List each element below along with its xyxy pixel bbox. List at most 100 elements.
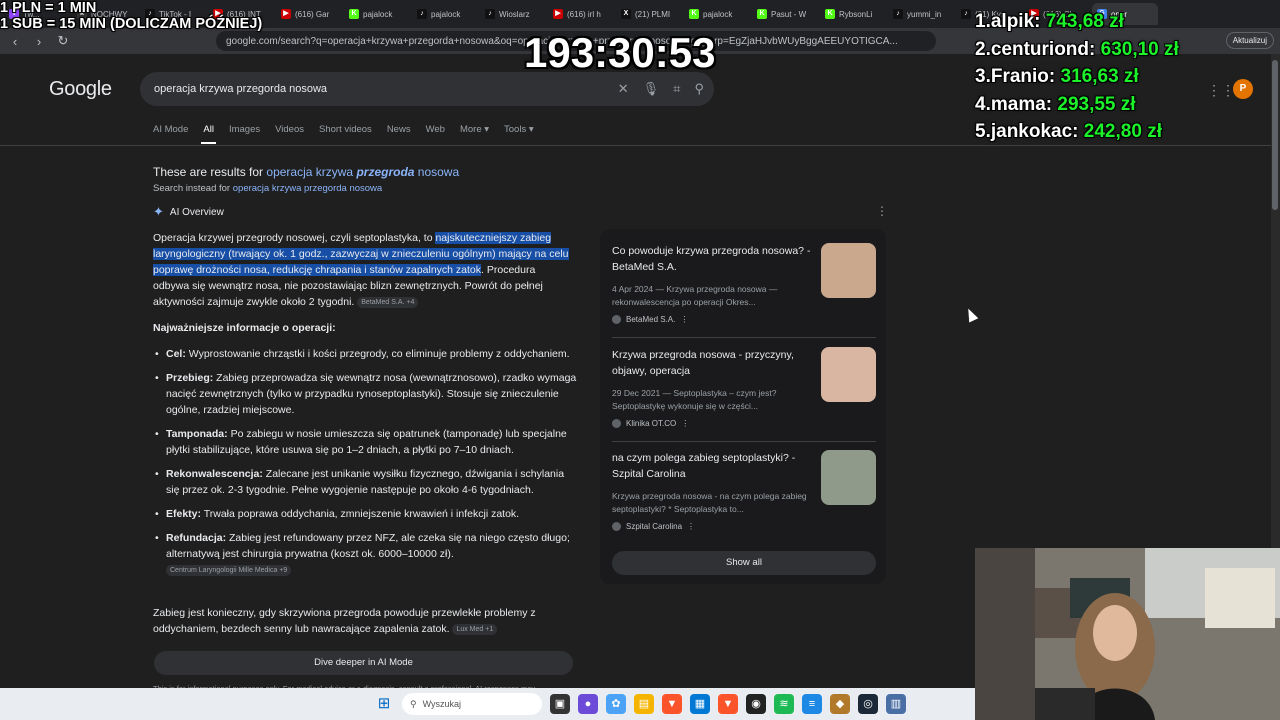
- browser-tab[interactable]: ♪ pajalock: [412, 3, 478, 25]
- original-query-link[interactable]: operacja krzywa przegorda nosowa: [233, 183, 382, 194]
- search-tab[interactable]: Web: [426, 124, 445, 135]
- store-icon[interactable]: ▦: [690, 694, 710, 714]
- more-options-icon[interactable]: ⋮: [687, 522, 695, 531]
- search-tab[interactable]: All: [201, 124, 216, 144]
- search-icon[interactable]: ⚲: [694, 81, 704, 97]
- ai-overview-title: AI Overview: [169, 206, 224, 218]
- source-snippet: Krzywa przegroda nosowa - na czym polega…: [612, 491, 807, 514]
- steam-icon[interactable]: ◎: [858, 694, 878, 714]
- subathon-timer: 193:30:53: [524, 29, 716, 76]
- tab-favicon-icon: K: [689, 9, 699, 19]
- rules-line-1: 1 PLN = 1 MIN: [0, 0, 97, 16]
- copilot-icon[interactable]: ✿: [606, 694, 626, 714]
- source-card[interactable]: Krzywa przegroda nosowa - przyczyny, obj…: [612, 347, 876, 447]
- ai-overview-conclusion: Zabieg jest konieczny, gdy skrzywiona pr…: [153, 605, 577, 637]
- source-site-name: BetaMed S.A.: [626, 315, 676, 324]
- sources-panel: Show all Co powoduje krzywa przegroda no…: [600, 229, 886, 584]
- corrected-query-part-c: nosowa: [414, 165, 460, 179]
- search-tab[interactable]: Videos: [275, 124, 304, 135]
- tab-label: pajalock: [363, 9, 393, 19]
- chat-app-icon[interactable]: ●: [578, 694, 598, 714]
- calculator-icon[interactable]: ▥: [886, 694, 906, 714]
- leaderboard-rank: 5.: [975, 121, 991, 142]
- list-item: Cel: Wyprostowanie chrząstki i kości prz…: [153, 346, 577, 362]
- brave-active-icon[interactable]: ▼: [718, 694, 738, 714]
- dive-deeper-button[interactable]: Dive deeper in AI Mode: [154, 651, 573, 675]
- search-tab[interactable]: Images: [229, 124, 260, 135]
- tab-label: yummi_in: [907, 9, 942, 19]
- task-view-icon[interactable]: ▣: [550, 694, 570, 714]
- avatar[interactable]: P: [1233, 79, 1253, 99]
- source-title[interactable]: Co powoduje krzywa przegroda nosowa? - B…: [612, 243, 812, 275]
- leaderboard-rank: 3.: [975, 66, 991, 87]
- reload-icon[interactable]: ↻: [56, 33, 70, 49]
- apps-grid-icon[interactable]: ⋮⋮: [1207, 82, 1235, 99]
- search-tab[interactable]: AI Mode: [153, 124, 188, 135]
- app-icon[interactable]: ◆: [830, 694, 850, 714]
- source-chip[interactable]: BetaMed S.A. +4: [357, 296, 419, 308]
- more-options-icon[interactable]: ⋮: [876, 204, 888, 218]
- browser-tab[interactable]: ♪ Wioslarz: [480, 3, 546, 25]
- corrected-query-link[interactable]: operacja krzywa przegroda nosowa: [266, 165, 459, 179]
- browser-tab[interactable]: ♪ yummi_in: [888, 3, 954, 25]
- source-site: BetaMed S.A. ⋮: [612, 315, 688, 324]
- windows-start-icon[interactable]: ⊞: [374, 694, 394, 714]
- obs-icon[interactable]: ◉: [746, 694, 766, 714]
- search-instead-prefix: Search instead for: [153, 183, 233, 194]
- scrollbar-thumb[interactable]: [1272, 60, 1278, 210]
- more-options-icon[interactable]: ⋮: [680, 315, 688, 324]
- donor-leaderboard: 1.alpik: 743,68 zł 2.centuriond: 630,10 z…: [975, 8, 1179, 146]
- browser-tab[interactable]: X (21) PLMI: [616, 3, 682, 25]
- forward-icon[interactable]: ›: [32, 34, 46, 49]
- donation-rules-overlay: 1 PLN = 1 MIN 1 SUB = 15 MIN (DOLICZAM P…: [0, 0, 262, 32]
- file-explorer-icon[interactable]: ▤: [634, 694, 654, 714]
- show-all-button[interactable]: Show all: [612, 551, 876, 575]
- browser-tab[interactable]: K Pasut - W: [752, 3, 818, 25]
- source-card[interactable]: Co powoduje krzywa przegroda nosowa? - B…: [612, 243, 876, 343]
- notepad-icon[interactable]: ≡: [802, 694, 822, 714]
- browser-tab[interactable]: Kpajalock: [344, 3, 410, 25]
- lens-icon[interactable]: ⌗: [673, 81, 680, 97]
- site-favicon-icon: [612, 419, 621, 428]
- browser-tab[interactable]: K RybsonLi: [820, 3, 886, 25]
- source-title[interactable]: Krzywa przegroda nosowa - przyczyny, obj…: [612, 347, 812, 379]
- search-tab[interactable]: More ▾: [460, 124, 489, 135]
- source-title[interactable]: na czym polega zabieg septoplastyki? - S…: [612, 450, 812, 482]
- update-button[interactable]: Aktualizuj: [1225, 32, 1274, 49]
- leaderboard-rank: 1.: [975, 11, 991, 32]
- spotify-icon[interactable]: ≋: [774, 694, 794, 714]
- search-tab[interactable]: Tools ▾: [504, 124, 534, 135]
- list-item: Refundacja: Zabieg jest refundowany prze…: [153, 530, 577, 578]
- source-thumbnail[interactable]: [821, 347, 876, 402]
- bullet-term: Rekonwalescencja:: [166, 468, 263, 480]
- browser-tab[interactable]: ▶ (616) Gar: [276, 3, 342, 25]
- source-thumbnail[interactable]: [821, 243, 876, 298]
- more-options-icon[interactable]: ⋮: [681, 419, 689, 428]
- taskbar-search-input[interactable]: ⚲ Wyszukaj: [402, 693, 542, 715]
- source-chip[interactable]: Centrum Laryngologii Mille Medica +9: [166, 564, 292, 576]
- source-card[interactable]: na czym polega zabieg septoplastyki? - S…: [612, 450, 876, 550]
- rules-line-2: 1 SUB = 15 MIN (DOLICZAM PÓŹNIEJ): [0, 16, 263, 32]
- search-tab[interactable]: News: [387, 124, 411, 135]
- leaderboard-row: 4.mama: 293,55 zł: [975, 91, 1179, 119]
- source-chip[interactable]: Lux Med +1: [452, 623, 498, 635]
- tab-favicon-icon: ♪: [893, 9, 903, 19]
- google-logo[interactable]: Google: [49, 78, 112, 101]
- list-item: Rekonwalescencja: Zalecane jest unikanie…: [153, 466, 577, 498]
- browser-tab[interactable]: ▶ (616) irl h: [548, 3, 614, 25]
- tab-label: Wioslarz: [499, 9, 530, 19]
- search-input[interactable]: operacja krzywa przegorda nosowa ✕ 🎙 ⌗ ⚲: [140, 72, 714, 106]
- leaderboard-name: alpik:: [990, 11, 1041, 32]
- ai-overview-header: ✦ AI Overview: [153, 204, 224, 220]
- microphone-icon[interactable]: 🎙: [643, 81, 660, 97]
- source-thumbnail[interactable]: [821, 450, 876, 505]
- search-tab[interactable]: Short videos: [319, 124, 372, 135]
- back-icon[interactable]: ‹: [8, 34, 22, 49]
- brave-browser-icon[interactable]: ▼: [662, 694, 682, 714]
- browser-tab[interactable]: Kpajalock: [684, 3, 750, 25]
- leaderboard-row: 1.alpik: 743,68 zł: [975, 8, 1179, 36]
- leaderboard-amount: 316,63 zł: [1060, 66, 1139, 87]
- bullet-text: Wyprostowanie chrząstki i kości przegrod…: [185, 348, 570, 360]
- leaderboard-amount: 630,10 zł: [1100, 38, 1179, 60]
- clear-icon[interactable]: ✕: [618, 81, 629, 97]
